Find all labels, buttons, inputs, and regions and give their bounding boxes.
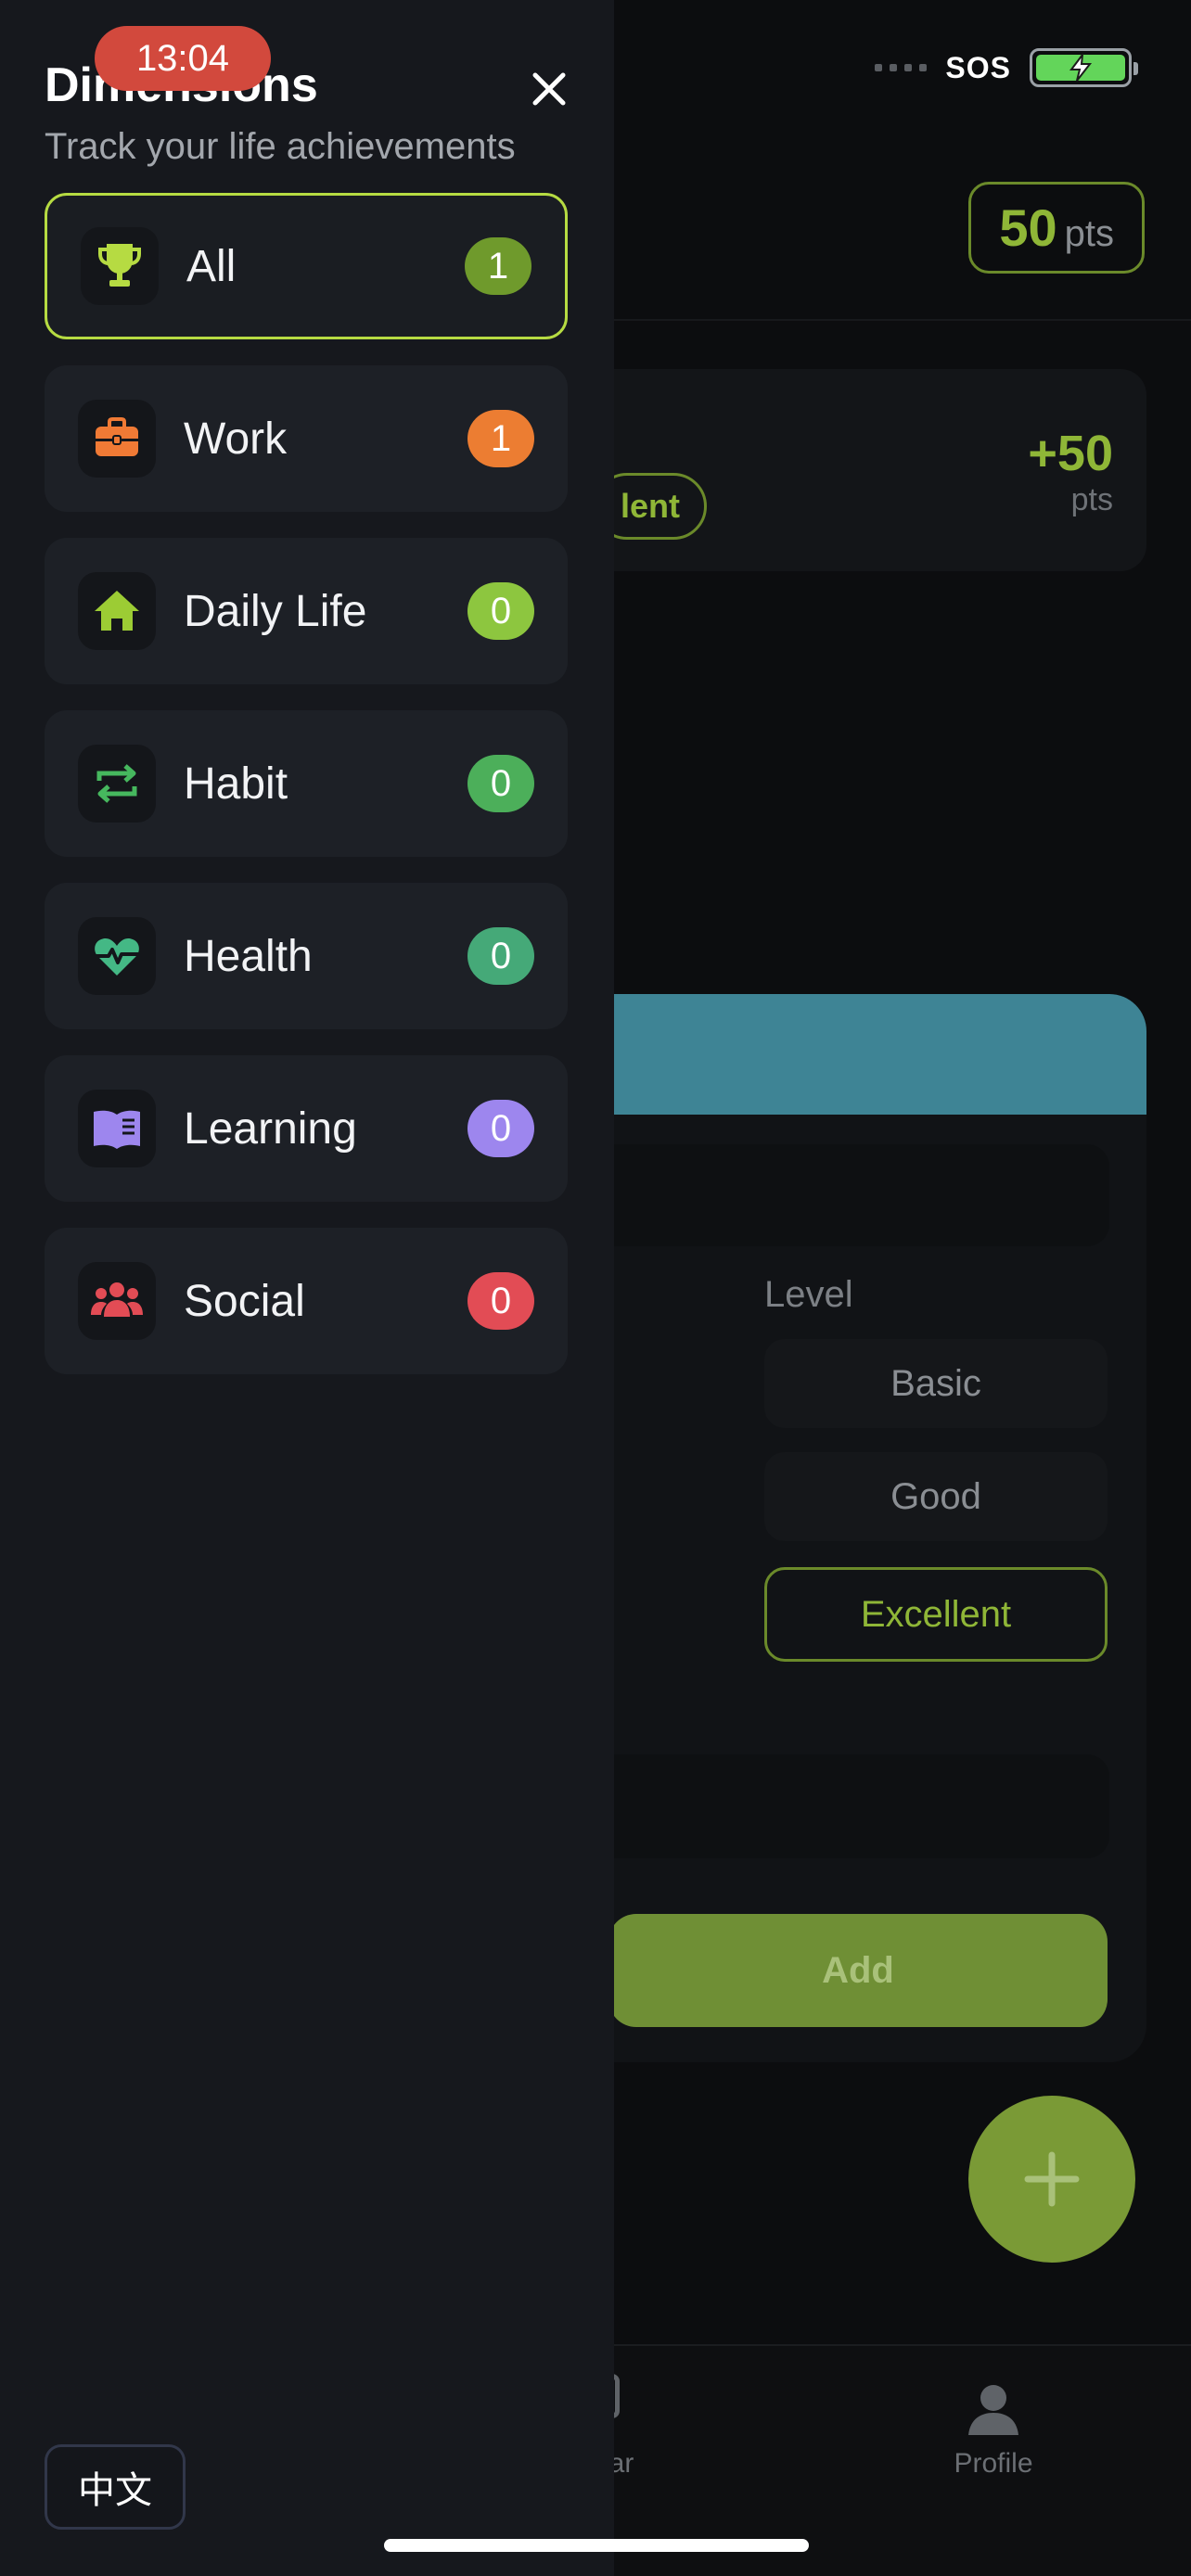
level-label: Level	[764, 1274, 853, 1315]
note-field	[594, 1754, 1109, 1858]
dimension-list: All 1 Work 1 Daily Life 0 Habit 0 Health…	[45, 193, 568, 1400]
points-chip: 50 pts	[968, 182, 1145, 274]
home-indicator	[384, 2539, 809, 2552]
drawer-subtitle: Track your life achievements	[45, 126, 516, 167]
dimension-label: Social	[184, 1276, 305, 1326]
points-value: 50	[999, 198, 1057, 257]
dimension-item-learning[interactable]: Learning 0	[45, 1055, 568, 1202]
dimension-label: All	[186, 241, 237, 291]
status-bar-right: SOS	[875, 48, 1138, 87]
dimension-label: Daily Life	[184, 586, 367, 636]
level-option-good: Good	[764, 1452, 1108, 1541]
dimension-item-work[interactable]: Work 1	[45, 365, 568, 512]
plus-icon	[1024, 2151, 1080, 2207]
close-button[interactable]	[525, 65, 573, 113]
language-toggle-button[interactable]: 中文	[45, 2444, 186, 2530]
sos-indicator: SOS	[945, 50, 1011, 84]
points-unit: pts	[1064, 213, 1114, 254]
card-points: +50	[1028, 426, 1113, 481]
level-option-basic: Basic	[764, 1339, 1108, 1428]
briefcase-icon	[78, 400, 156, 478]
count-badge: 0	[467, 582, 534, 640]
dimension-item-all[interactable]: All 1	[45, 193, 568, 339]
divider	[594, 319, 1191, 321]
dimension-item-habit[interactable]: Habit 0	[45, 710, 568, 857]
dimension-label: Learning	[184, 1103, 357, 1154]
card-points-unit: pts	[1070, 482, 1113, 517]
heart-pulse-icon	[78, 917, 156, 995]
level-option-excellent: Excellent	[764, 1567, 1108, 1662]
dimension-label: Habit	[184, 759, 288, 809]
dimension-item-social[interactable]: Social 0	[45, 1228, 568, 1374]
count-badge: 0	[467, 927, 534, 985]
dimension-label: Work	[184, 414, 288, 464]
battery-icon	[1030, 48, 1138, 87]
form-header	[557, 994, 1146, 1115]
book-icon	[78, 1090, 156, 1167]
dimension-label: Health	[184, 931, 313, 981]
repeat-icon	[78, 745, 156, 823]
add-fab-button	[968, 2096, 1135, 2263]
app-screen: SOS ements 50 pts lent +50 pts Level Bas…	[0, 0, 1191, 2576]
profile-icon	[968, 2385, 1018, 2435]
add-button: Add	[608, 1914, 1108, 2027]
status-time: 13:04	[95, 26, 271, 91]
trophy-icon	[81, 227, 159, 305]
tab-profile-label: Profile	[954, 2448, 1033, 2479]
close-icon	[532, 72, 566, 106]
dimension-item-health[interactable]: Health 0	[45, 883, 568, 1029]
count-badge: 1	[465, 237, 531, 295]
dimensions-drawer: Dimensions 13:04 Track your life achieve…	[0, 0, 614, 2576]
count-badge: 0	[467, 1272, 534, 1330]
home-icon	[78, 572, 156, 650]
count-badge: 0	[467, 1100, 534, 1157]
count-badge: 1	[467, 410, 534, 467]
signal-icon	[875, 64, 928, 71]
people-icon	[78, 1262, 156, 1340]
title-field	[594, 1144, 1109, 1246]
dimension-item-daily-life[interactable]: Daily Life 0	[45, 538, 568, 684]
achievement-card: lent +50 pts	[557, 369, 1146, 571]
count-badge: 0	[467, 755, 534, 812]
